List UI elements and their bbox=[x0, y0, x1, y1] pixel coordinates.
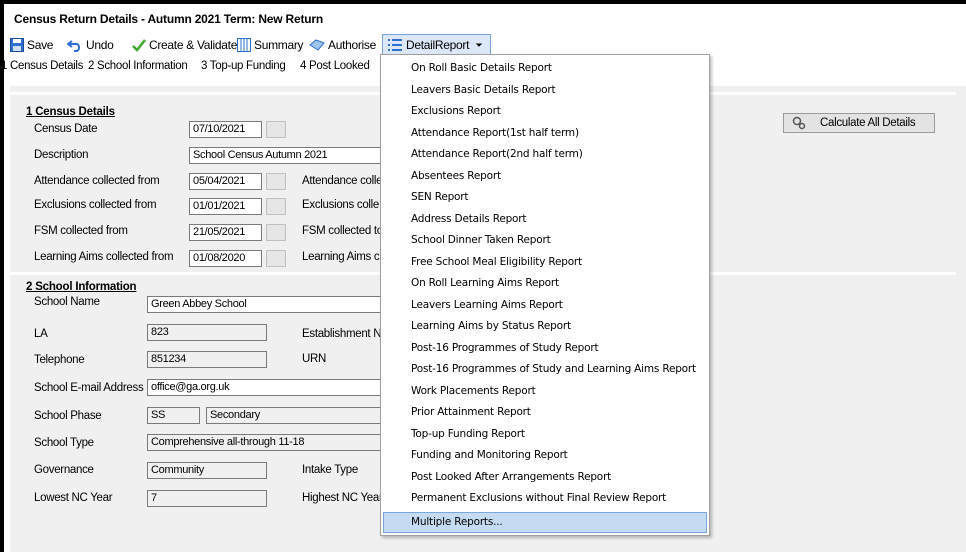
calculate-all-details-button[interactable]: Calculate All Details bbox=[783, 113, 935, 133]
census-details-heading: 1 Census Details bbox=[26, 106, 115, 118]
summary-button[interactable]: Summary bbox=[237, 36, 304, 54]
detail-report-label: DetailReport bbox=[406, 38, 470, 52]
list-icon bbox=[388, 39, 402, 51]
phase-label: School Phase bbox=[34, 410, 102, 422]
menu-item[interactable]: Leavers Learning Aims Report bbox=[411, 299, 563, 311]
multiple-reports-label: Multiple Reports... bbox=[411, 516, 503, 528]
menu-item[interactable]: Attendance Report(1st half term) bbox=[411, 127, 579, 139]
menu-item[interactable]: Free School Meal Eligibility Report bbox=[411, 256, 582, 268]
calendar-icon[interactable] bbox=[266, 121, 286, 138]
menu-item[interactable]: Post-16 Programmes of Study and Learning… bbox=[411, 363, 696, 375]
tab-top-up-funding[interactable]: 3 Top-up Funding bbox=[201, 60, 286, 72]
school-type-field[interactable]: Comprehensive all-through 11-18 bbox=[147, 434, 383, 451]
create-validate-label: Create & Validate bbox=[149, 38, 238, 52]
description-label: Description bbox=[34, 149, 89, 161]
tab-post-looked[interactable]: 4 Post Looked bbox=[300, 60, 370, 72]
attendance-to-label: Attendance colle bbox=[302, 175, 383, 187]
save-icon bbox=[10, 38, 24, 52]
learning-to-label: Learning Aims c bbox=[302, 251, 380, 263]
fsm-from-field[interactable]: 21/05/2021 bbox=[189, 224, 262, 241]
tab-school-information[interactable]: 2 School Information bbox=[88, 60, 188, 72]
governance-label: Governance bbox=[34, 464, 94, 476]
email-label: School E-mail Address bbox=[34, 382, 144, 394]
window-title: Census Return Details - Autumn 2021 Term… bbox=[14, 12, 323, 26]
menu-item[interactable]: On Roll Learning Aims Report bbox=[411, 277, 559, 289]
school-type-label: School Type bbox=[34, 437, 94, 449]
learning-from-label: Learning Aims collected from bbox=[34, 251, 174, 263]
menu-item[interactable]: Post-16 Programmes of Study Report bbox=[411, 342, 599, 354]
exclusions-from-field[interactable]: 01/01/2021 bbox=[189, 198, 262, 215]
menu-item[interactable]: Absentees Report bbox=[411, 170, 501, 182]
urn-label: URN bbox=[302, 353, 327, 365]
menu-item[interactable]: Address Details Report bbox=[411, 213, 527, 225]
menu-item[interactable]: Funding and Monitoring Report bbox=[411, 449, 568, 461]
fsm-to-label: FSM collected to bbox=[302, 225, 383, 237]
calendar-icon[interactable] bbox=[266, 224, 286, 241]
phase-code-field[interactable]: SS bbox=[147, 407, 200, 424]
menu-item[interactable]: Learning Aims by Status Report bbox=[411, 320, 571, 332]
school-name-label: School Name bbox=[34, 296, 100, 308]
authorise-button[interactable]: Authorise bbox=[309, 36, 376, 54]
menu-item[interactable]: Attendance Report(2nd half term) bbox=[411, 148, 583, 160]
create-validate-button[interactable]: Create & Validate bbox=[132, 36, 237, 54]
school-name-field[interactable]: Green Abbey School bbox=[147, 296, 383, 313]
school-information-heading: 2 School Information bbox=[26, 281, 137, 293]
establishment-label: Establishment N bbox=[302, 328, 382, 340]
title-bar: Census Return Details - Autumn 2021 Term… bbox=[4, 4, 966, 30]
gears-icon bbox=[792, 116, 806, 130]
intake-type-label: Intake Type bbox=[302, 464, 358, 476]
highest-nc-year-label: Highest NC Year bbox=[302, 492, 383, 504]
exclusions-from-label: Exclusions collected from bbox=[34, 199, 157, 211]
calendar-icon[interactable] bbox=[266, 250, 286, 267]
calculate-all-details-label: Calculate All Details bbox=[820, 117, 916, 129]
census-date-field[interactable]: 07/10/2021 bbox=[189, 121, 262, 138]
menu-item[interactable]: Top-up Funding Report bbox=[411, 428, 525, 440]
menu-item[interactable]: Work Placements Report bbox=[411, 385, 536, 397]
la-field[interactable]: 823 bbox=[147, 324, 267, 341]
menu-item[interactable]: Prior Attainment Report bbox=[411, 406, 531, 418]
detail-report-menu: On Roll Basic Details Report Leavers Bas… bbox=[380, 54, 710, 536]
census-return-window: Census Return Details - Autumn 2021 Term… bbox=[0, 0, 966, 552]
fsm-from-label: FSM collected from bbox=[34, 225, 128, 237]
window-left-border bbox=[0, 0, 4, 552]
save-button[interactable]: Save bbox=[10, 36, 53, 54]
undo-button[interactable]: Undo bbox=[67, 36, 114, 54]
summary-label: Summary bbox=[254, 38, 304, 52]
undo-label: Undo bbox=[86, 38, 114, 52]
telephone-field[interactable]: 851234 bbox=[147, 351, 267, 368]
lowest-nc-year-field[interactable]: 7 bbox=[147, 490, 267, 507]
phase-field[interactable]: Secondary bbox=[206, 407, 383, 424]
census-date-label: Census Date bbox=[34, 123, 98, 135]
menu-item[interactable]: Leavers Basic Details Report bbox=[411, 84, 556, 96]
attendance-from-label: Attendance collected from bbox=[34, 175, 160, 187]
exclusions-to-label: Exclusions colle bbox=[302, 199, 380, 211]
chevron-down-icon bbox=[475, 43, 483, 47]
lowest-nc-year-label: Lowest NC Year bbox=[34, 492, 113, 504]
authorise-label: Authorise bbox=[328, 38, 376, 52]
menu-item[interactable]: Permanent Exclusions without Final Revie… bbox=[411, 492, 666, 504]
calendar-icon[interactable] bbox=[266, 173, 286, 190]
menu-item[interactable]: Post Looked After Arrangements Report bbox=[411, 471, 611, 483]
save-label: Save bbox=[27, 38, 54, 52]
menu-item-multiple-reports[interactable]: Multiple Reports... bbox=[383, 512, 707, 533]
telephone-label: Telephone bbox=[34, 354, 85, 366]
undo-icon bbox=[67, 40, 81, 52]
email-field[interactable]: office@ga.org.uk bbox=[147, 379, 383, 396]
attendance-from-field[interactable]: 05/04/2021 bbox=[189, 173, 262, 190]
governance-field[interactable]: Community bbox=[147, 462, 267, 479]
menu-item[interactable]: SEN Report bbox=[411, 191, 469, 203]
authorise-icon bbox=[309, 39, 325, 51]
tab-census-details[interactable]: 1 Census Details bbox=[1, 60, 83, 72]
detail-report-dropdown-button[interactable]: DetailReport bbox=[382, 34, 492, 56]
la-label: LA bbox=[34, 328, 48, 340]
menu-item[interactable]: Exclusions Report bbox=[411, 105, 501, 117]
menu-item[interactable]: On Roll Basic Details Report bbox=[411, 62, 552, 74]
calendar-icon[interactable] bbox=[266, 198, 286, 215]
checkmark-icon bbox=[132, 39, 146, 52]
menu-item[interactable]: School Dinner Taken Report bbox=[411, 234, 551, 246]
learning-from-field[interactable]: 01/08/2020 bbox=[189, 250, 262, 267]
summary-icon bbox=[237, 38, 251, 52]
description-field[interactable]: School Census Autumn 2021 bbox=[189, 147, 383, 164]
